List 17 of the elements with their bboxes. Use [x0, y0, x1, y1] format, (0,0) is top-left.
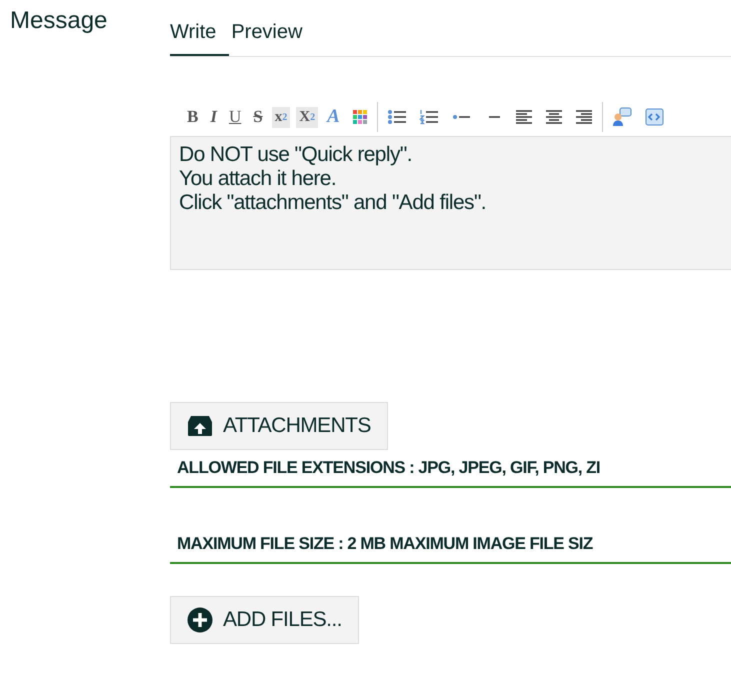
format-button[interactable]: B [184, 105, 202, 129]
message-text-line: You attach it here. [179, 167, 338, 191]
field-label: Message [10, 7, 108, 34]
attachments-button[interactable]: ATTACHMENTS [170, 402, 388, 450]
notice-text: ALLOWED FILE EXTENSIONS : JPG, JPEG, GIF, PNG, ZI [170, 450, 731, 488]
message-text-line: Click "attachments" and "Add files". [179, 191, 488, 215]
tab[interactable]: Preview [231, 0, 314, 56]
message-editor[interactable]: Do NOT use "Quick reply". You attach it here. Click "attachments" and "Add files". [170, 136, 731, 270]
format-button[interactable]: I [207, 105, 220, 129]
format-button[interactable]: S [250, 105, 266, 129]
format-button[interactable]: U [226, 105, 244, 129]
tab[interactable]: Write [170, 0, 230, 56]
add-files-button[interactable]: ADD FILES... [170, 596, 359, 644]
plus-circle-icon [187, 607, 213, 633]
upload-box-icon [187, 415, 213, 437]
notice-text: MAXIMUM FILE SIZE : 2 MB MAXIMUM IMAGE FILE SIZ [170, 526, 731, 564]
message-text-line: Do NOT use "Quick reply". [179, 143, 413, 167]
